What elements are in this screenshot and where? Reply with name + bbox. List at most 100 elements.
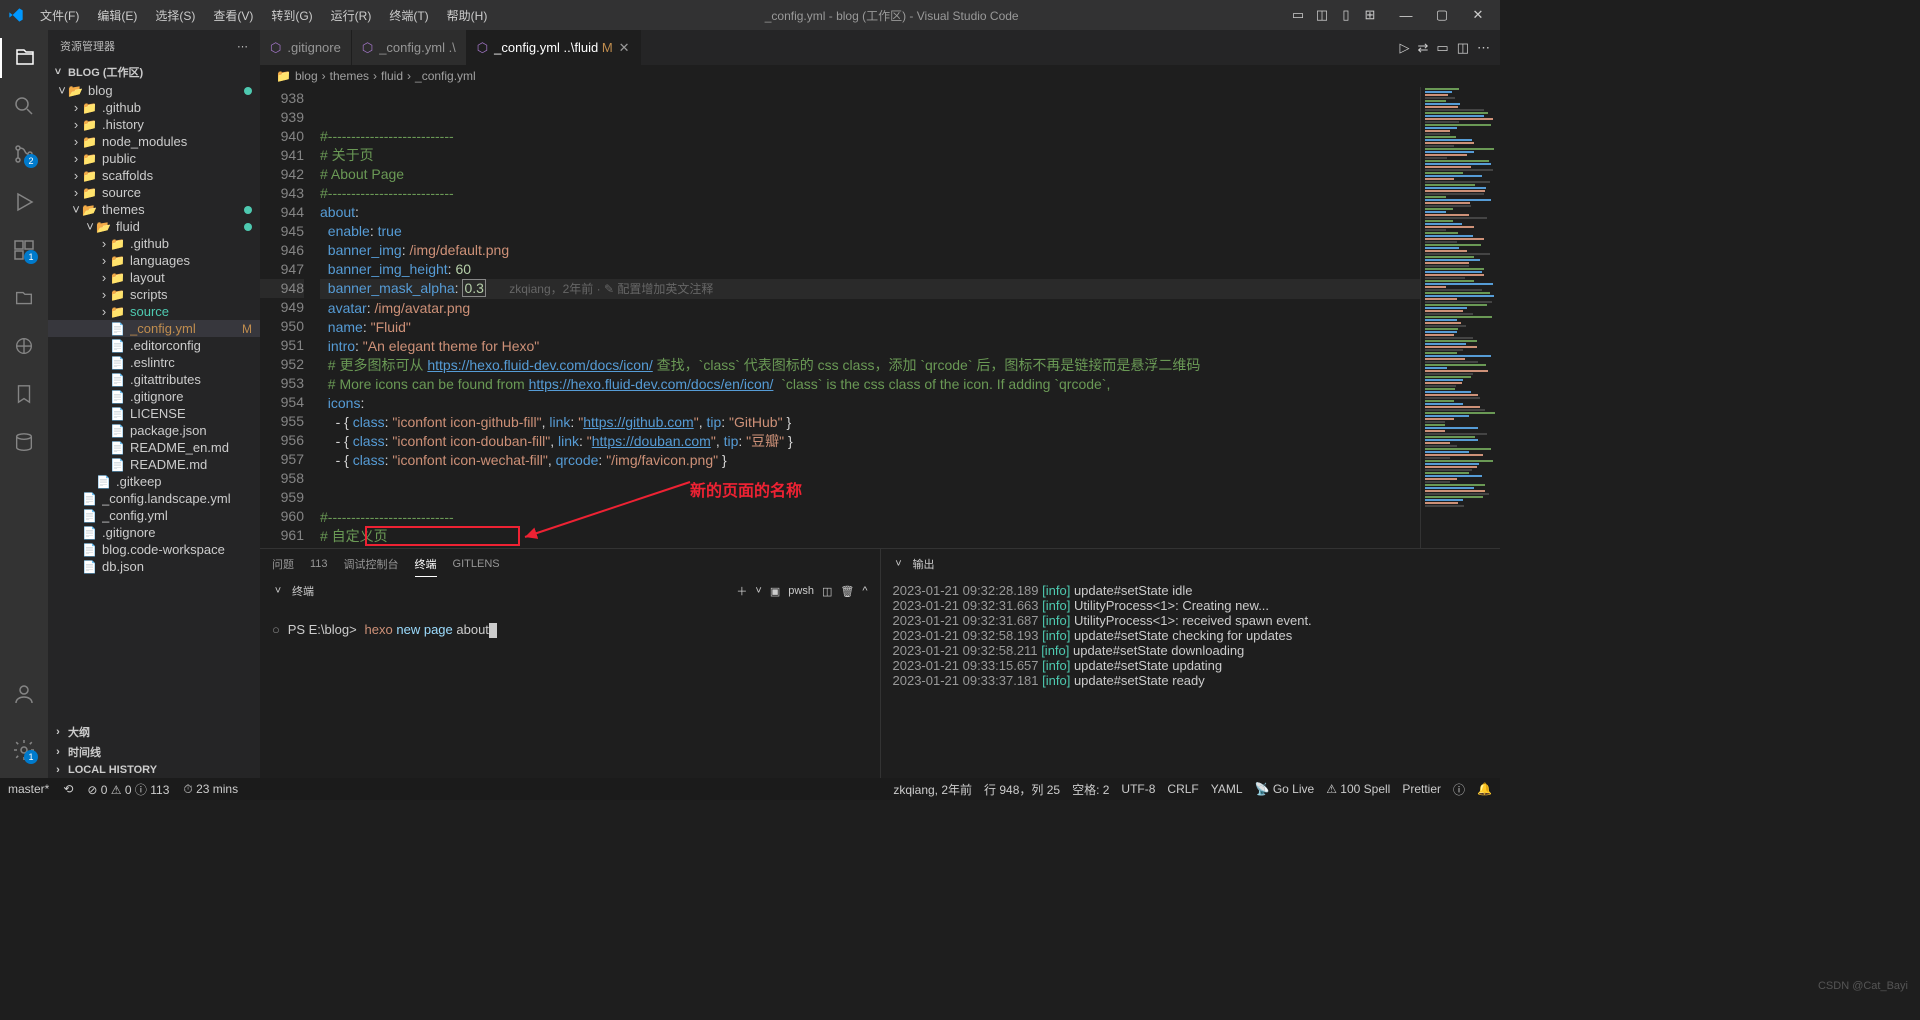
- workspace-section[interactable]: ˅BLOG (工作区): [48, 62, 260, 82]
- terminal-profile-icon[interactable]: ▣: [770, 585, 780, 598]
- gitlens-icon[interactable]: [0, 326, 48, 366]
- status-item[interactable]: CRLF: [1167, 782, 1198, 796]
- breadcrumb[interactable]: 📁 blog › themes › fluid › _config.yml: [260, 65, 1500, 87]
- new-terminal-icon[interactable]: ＋: [736, 583, 747, 599]
- panel-tab[interactable]: 问题: [272, 552, 294, 576]
- menu-item[interactable]: 帮助(H): [439, 4, 496, 27]
- split-icon[interactable]: ◫: [822, 585, 832, 598]
- tree-item[interactable]: 📄package.json: [48, 422, 260, 439]
- search-icon[interactable]: [0, 86, 48, 126]
- status-item[interactable]: ⓘ: [1453, 781, 1465, 798]
- status-item[interactable]: master*: [8, 781, 49, 798]
- panel-tab[interactable]: 113: [310, 554, 328, 574]
- sidebar-section[interactable]: ›时间线: [48, 742, 260, 762]
- split-icon[interactable]: ◫: [1457, 40, 1469, 56]
- menu-item[interactable]: 编辑(E): [89, 4, 145, 27]
- panel-tab[interactable]: GITLENS: [453, 554, 500, 574]
- status-item[interactable]: 🔔: [1477, 782, 1492, 796]
- tree-item[interactable]: 📄README_en.md: [48, 439, 260, 456]
- layout-icon[interactable]: ▭: [1288, 5, 1308, 25]
- tree-item[interactable]: ›📁public: [48, 150, 260, 167]
- tree-item[interactable]: ›📁.github: [48, 235, 260, 252]
- explorer-icon[interactable]: [0, 38, 48, 78]
- tree-item[interactable]: ›📁scaffolds: [48, 167, 260, 184]
- status-item[interactable]: ⏱ 23 mins: [183, 781, 238, 798]
- tree-item[interactable]: ˅📂fluid: [48, 218, 260, 235]
- file-icon[interactable]: [0, 278, 48, 318]
- tree-item[interactable]: ›📁node_modules: [48, 133, 260, 150]
- output-panel[interactable]: 2023-01-21 09:32:28.189 [info] update#se…: [881, 579, 1501, 778]
- close-icon[interactable]: ✕: [619, 40, 630, 56]
- bookmark-icon[interactable]: [0, 374, 48, 414]
- editor-tab[interactable]: ⬡_config.yml .\: [352, 30, 467, 65]
- code-editor[interactable]: 9389399409419429439449459469479489499509…: [260, 87, 1500, 548]
- status-item[interactable]: ⊘ 0 ⚠ 0 ⓘ 113: [87, 781, 169, 798]
- trash-icon[interactable]: 🗑: [840, 585, 854, 598]
- tree-item[interactable]: 📄.gitignore: [48, 388, 260, 405]
- git-compare-icon[interactable]: ⇄: [1418, 40, 1429, 56]
- database-icon[interactable]: [0, 422, 48, 462]
- tree-item[interactable]: ›📁layout: [48, 269, 260, 286]
- tree-item[interactable]: ›📁languages: [48, 252, 260, 269]
- source-control-icon[interactable]: 2: [0, 134, 48, 174]
- tree-item[interactable]: 📄blog.code-workspace: [48, 541, 260, 558]
- maximize-button[interactable]: ▢: [1428, 5, 1456, 25]
- tree-item[interactable]: 📄.editorconfig: [48, 337, 260, 354]
- extensions-icon[interactable]: 1: [0, 230, 48, 270]
- status-item[interactable]: Prettier: [1402, 782, 1441, 796]
- layout-icon[interactable]: ⊞: [1360, 5, 1380, 25]
- tree-item[interactable]: 📄_config.landscape.yml: [48, 490, 260, 507]
- tree-item[interactable]: ›📁scripts: [48, 286, 260, 303]
- run-debug-icon[interactable]: [0, 182, 48, 222]
- tree-item[interactable]: 📄LICENSE: [48, 405, 260, 422]
- tree-item[interactable]: 📄.eslintrc: [48, 354, 260, 371]
- tree-item[interactable]: ˅📂themes: [48, 201, 260, 218]
- more-icon[interactable]: ⋯: [237, 40, 248, 53]
- tree-item[interactable]: 📄README.md: [48, 456, 260, 473]
- tree-item[interactable]: 📄_config.ymlM: [48, 320, 260, 337]
- tree-item[interactable]: ›📁.github: [48, 99, 260, 116]
- account-icon[interactable]: [0, 674, 48, 714]
- panel-tab[interactable]: 调试控制台: [344, 552, 399, 576]
- status-item[interactable]: UTF-8: [1121, 782, 1155, 796]
- tree-item[interactable]: 📄.gitignore: [48, 524, 260, 541]
- preview-icon[interactable]: ▭: [1436, 40, 1448, 56]
- chevron-down-icon[interactable]: ˅: [893, 558, 905, 570]
- tree-item[interactable]: 📄_config.yml: [48, 507, 260, 524]
- status-item[interactable]: 空格: 2: [1072, 781, 1109, 798]
- layout-icon[interactable]: ◫: [1312, 5, 1332, 25]
- tree-item[interactable]: ˅📂blog: [48, 82, 260, 99]
- chevron-down-icon[interactable]: ˅: [272, 585, 284, 597]
- menu-item[interactable]: 选择(S): [147, 4, 203, 27]
- tree-item[interactable]: 📄db.json: [48, 558, 260, 575]
- panel-tab[interactable]: 终端: [415, 552, 437, 577]
- menu-item[interactable]: 运行(R): [323, 4, 380, 27]
- status-item[interactable]: 行 948，列 25: [984, 781, 1060, 798]
- tree-item[interactable]: ›📁source: [48, 184, 260, 201]
- run-icon[interactable]: ▷: [1400, 40, 1410, 56]
- maximize-panel-icon[interactable]: ^: [862, 585, 867, 597]
- tree-item[interactable]: ›📁.history: [48, 116, 260, 133]
- status-item[interactable]: zkqiang, 2年前: [893, 781, 972, 798]
- editor-tab[interactable]: ⬡.gitignore: [260, 30, 352, 65]
- tree-item[interactable]: 📄.gitkeep: [48, 473, 260, 490]
- minimap[interactable]: [1420, 87, 1500, 548]
- status-item[interactable]: ⚠ 100 Spell: [1326, 782, 1390, 796]
- menu-item[interactable]: 文件(F): [32, 4, 87, 27]
- tree-item[interactable]: ›📁source: [48, 303, 260, 320]
- terminal[interactable]: ○ PS E:\blog> hexo new page about: [260, 603, 880, 778]
- settings-icon[interactable]: 1: [0, 730, 48, 770]
- menu-item[interactable]: 终端(T): [381, 4, 436, 27]
- more-icon[interactable]: ⋯: [1477, 40, 1490, 56]
- status-item[interactable]: 📡 Go Live: [1255, 782, 1315, 796]
- chevron-down-icon[interactable]: ˅: [755, 585, 761, 597]
- sidebar-section[interactable]: ›LOCAL HISTORY: [48, 762, 260, 778]
- close-button[interactable]: ✕: [1464, 5, 1492, 25]
- menu-item[interactable]: 转到(G): [263, 4, 320, 27]
- tree-item[interactable]: 📄.gitattributes: [48, 371, 260, 388]
- minimize-button[interactable]: —: [1392, 5, 1420, 25]
- status-item[interactable]: YAML: [1211, 782, 1243, 796]
- sidebar-section[interactable]: ›大纲: [48, 722, 260, 742]
- menu-item[interactable]: 查看(V): [205, 4, 261, 27]
- status-item[interactable]: ⟲: [63, 781, 73, 798]
